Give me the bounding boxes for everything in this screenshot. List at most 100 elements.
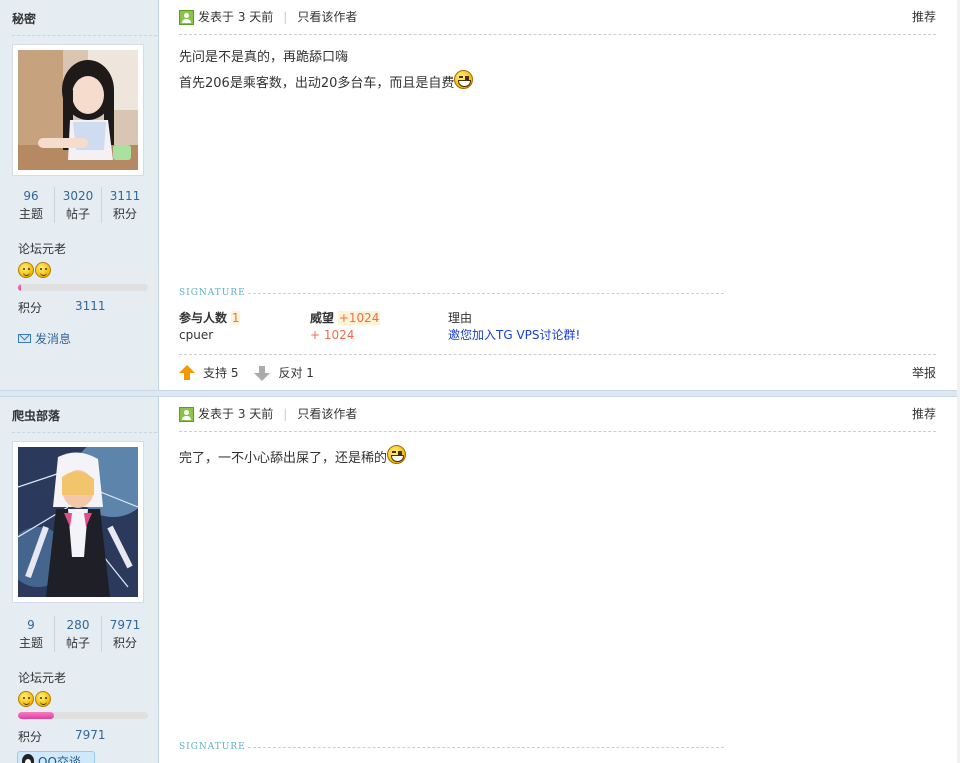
author-name[interactable]: 爬虫部落 bbox=[12, 407, 60, 424]
post-header: 发表于 3 天前 | 只看该作者 推荐 bbox=[179, 9, 936, 35]
prestige-total: +1024 bbox=[337, 311, 381, 325]
envelope-icon bbox=[18, 334, 31, 343]
avatar[interactable] bbox=[12, 441, 144, 603]
content-line: 先问是不是真的，再跪舔口嗨 bbox=[179, 50, 349, 65]
post-divider bbox=[0, 390, 960, 397]
support-button[interactable]: 支持 5 bbox=[203, 364, 238, 382]
stat-threads[interactable]: 96 主题 bbox=[8, 187, 55, 223]
qq-chat-button[interactable]: QQ交谈 bbox=[17, 751, 95, 763]
online-user-icon bbox=[179, 407, 194, 422]
send-message-link[interactable]: 发消息 bbox=[18, 330, 71, 347]
post-content: 先问是不是真的，再跪舔口嗨 首先206是乘客数，出动20多台车，而且是自费 bbox=[179, 46, 474, 96]
rank-stars bbox=[18, 691, 51, 707]
stat-label: 帖子 bbox=[65, 636, 90, 650]
author-name[interactable]: 秘密 bbox=[12, 10, 36, 27]
post-1: 秘密 96 主题 3020 帖子 3111 积分 论坛元老 积分 3111 发消… bbox=[0, 0, 960, 390]
rank-progress-bar bbox=[18, 712, 148, 719]
user-rank[interactable]: 论坛元老 bbox=[18, 669, 66, 686]
rating-col-participants: 参与人数 1 cpuer bbox=[179, 310, 241, 344]
header-separator: | bbox=[283, 407, 288, 421]
prestige-label: 威望 bbox=[310, 311, 335, 325]
score-value: 3111 bbox=[75, 299, 106, 313]
reason-link[interactable]: 邀您加入TG VPS讨论群! bbox=[448, 328, 580, 342]
recommend-link[interactable]: 推荐 bbox=[912, 406, 936, 423]
signature-label: SIGNATURE bbox=[179, 742, 246, 752]
smiley-icon bbox=[35, 691, 51, 707]
post-actions: 支持 5 反对 1 举报 bbox=[179, 364, 936, 382]
signature-divider: SIGNATURE bbox=[179, 742, 724, 752]
stat-label: 帖子 bbox=[65, 207, 90, 221]
score-value: 7971 bbox=[75, 728, 106, 742]
reason-label: 理由 bbox=[448, 311, 473, 325]
post-content: 完了，一不小心舔出屎了，还是稀的 bbox=[179, 445, 407, 471]
report-link[interactable]: 举报 bbox=[912, 364, 936, 382]
score-row: 积分 3111 bbox=[18, 299, 106, 316]
rater-prestige: + 1024 bbox=[310, 328, 355, 342]
only-author-link[interactable]: 只看该作者 bbox=[297, 406, 357, 423]
rating-col-reason: 理由 邀您加入TG VPS讨论群! bbox=[448, 310, 580, 344]
post-time: 发表于 3 天前 bbox=[198, 10, 274, 24]
post-time: 发表于 3 天前 bbox=[198, 407, 274, 421]
author-sidebar: 秘密 96 主题 3020 帖子 3111 积分 论坛元老 积分 3111 发消… bbox=[0, 0, 159, 390]
stat-posts[interactable]: 280 帖子 bbox=[55, 616, 102, 652]
sidebar-divider bbox=[12, 35, 157, 36]
author-stats: 96 主题 3020 帖子 3111 积分 bbox=[8, 187, 148, 223]
author-stats: 9 主题 280 帖子 7971 积分 bbox=[8, 616, 148, 652]
qq-penguin-icon bbox=[22, 754, 34, 763]
content-line: 首先206是乘客数，出动20多台车，而且是自费 bbox=[179, 76, 455, 91]
sidebar-divider bbox=[12, 432, 157, 433]
smiley-icon bbox=[18, 262, 34, 278]
header-separator: | bbox=[283, 10, 288, 24]
avatar[interactable] bbox=[12, 44, 144, 176]
post-2: 爬虫部落 9 主题 280 帖子 7971 积分 论坛元老 积分 7971 QQ… bbox=[0, 397, 960, 763]
stat-label: 积分 bbox=[112, 636, 137, 650]
post-main: 发表于 3 天前 | 只看该作者 推荐 先问是不是真的，再跪舔口嗨 首先206是… bbox=[160, 0, 960, 390]
content-line: 完了，一不小心舔出屎了，还是稀的 bbox=[179, 451, 388, 466]
stat-points[interactable]: 3111 积分 bbox=[102, 187, 148, 223]
stat-points[interactable]: 7971 积分 bbox=[102, 616, 148, 652]
only-author-link[interactable]: 只看该作者 bbox=[297, 9, 357, 26]
score-label: 积分 bbox=[18, 301, 43, 315]
send-message-label: 发消息 bbox=[35, 332, 72, 346]
grin-emoji-icon bbox=[454, 70, 474, 89]
rank-stars bbox=[18, 262, 51, 278]
smiley-icon bbox=[18, 691, 34, 707]
stat-value: 96 bbox=[23, 189, 39, 203]
stat-value: 9 bbox=[27, 618, 35, 632]
score-label: 积分 bbox=[18, 730, 43, 744]
arrow-up-icon[interactable] bbox=[179, 365, 195, 380]
stat-label: 积分 bbox=[112, 207, 137, 221]
stat-posts[interactable]: 3020 帖子 bbox=[55, 187, 102, 223]
smiley-icon bbox=[35, 262, 51, 278]
signature-line bbox=[247, 292, 724, 294]
post-header: 发表于 3 天前 | 只看该作者 推荐 bbox=[179, 406, 936, 432]
participants-count: 1 bbox=[230, 311, 241, 325]
arrow-down-icon[interactable] bbox=[254, 366, 271, 381]
score-row: 积分 7971 bbox=[18, 728, 106, 745]
avatar-image bbox=[18, 447, 138, 597]
rank-progress-bar bbox=[18, 284, 148, 291]
signature-divider: SIGNATURE bbox=[179, 288, 724, 298]
user-rank[interactable]: 论坛元老 bbox=[18, 240, 66, 257]
stat-label: 主题 bbox=[18, 207, 43, 221]
progress-fill bbox=[18, 284, 21, 291]
rating-table: 参与人数 1 cpuer 威望 +1024 + 1024 理由 邀您加入TG V… bbox=[179, 310, 936, 355]
signature-label: SIGNATURE bbox=[179, 288, 246, 298]
recommend-link[interactable]: 推荐 bbox=[912, 9, 936, 26]
signature-line bbox=[247, 746, 724, 748]
online-user-icon bbox=[179, 10, 194, 25]
stat-value: 7971 bbox=[109, 618, 141, 632]
stat-value: 3020 bbox=[62, 189, 94, 203]
avatar-image bbox=[18, 50, 138, 170]
progress-fill bbox=[18, 712, 55, 719]
oppose-button[interactable]: 反对 1 bbox=[278, 364, 313, 382]
participants-label: 参与人数 bbox=[179, 311, 228, 325]
stat-threads[interactable]: 9 主题 bbox=[8, 616, 55, 652]
stat-label: 主题 bbox=[18, 636, 43, 650]
rater-name[interactable]: cpuer bbox=[179, 327, 240, 344]
stat-value: 3111 bbox=[109, 189, 141, 203]
stat-value: 280 bbox=[66, 618, 90, 632]
post-main: 发表于 3 天前 | 只看该作者 推荐 完了，一不小心舔出屎了，还是稀的 SIG… bbox=[160, 397, 960, 763]
qq-chat-label: QQ交谈 bbox=[38, 754, 81, 763]
author-sidebar: 爬虫部落 9 主题 280 帖子 7971 积分 论坛元老 积分 7971 QQ… bbox=[0, 397, 159, 763]
